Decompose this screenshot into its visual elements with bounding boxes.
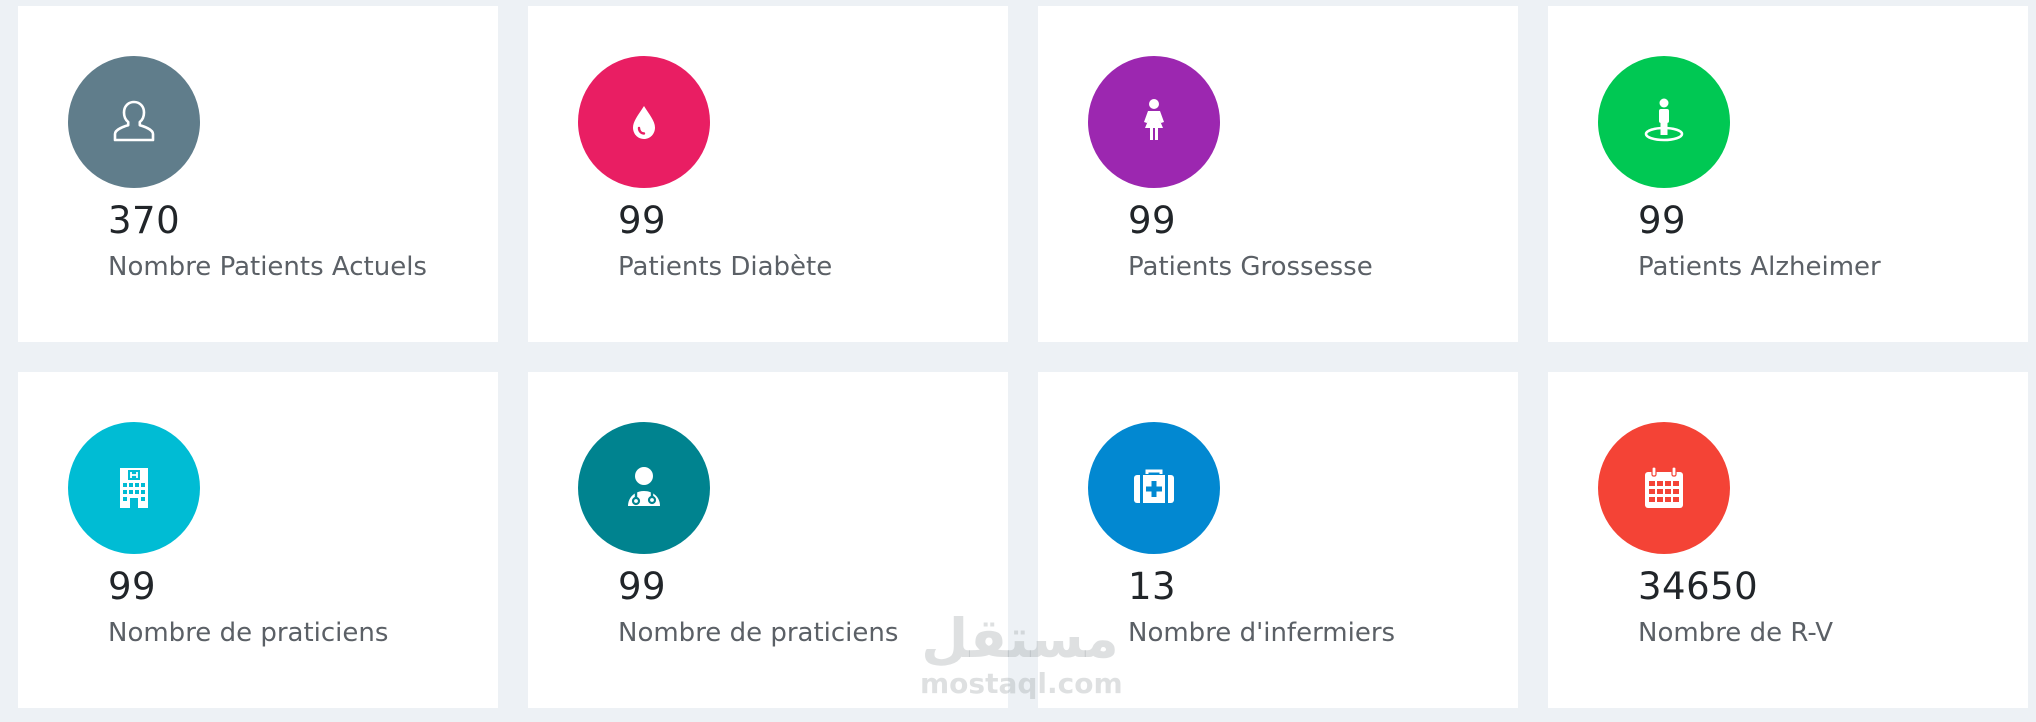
stat-icon-circle	[68, 56, 200, 188]
medical-kit-icon	[1134, 469, 1174, 503]
stat-card-infermiers[interactable]: 13 Nombre d'infermiers	[1038, 372, 1518, 708]
stat-card-praticiens-2[interactable]: 99 Nombre de praticiens	[528, 372, 1008, 708]
stat-card-patients-actuels[interactable]: 370 Nombre Patients Actuels	[18, 6, 498, 342]
stat-value: 99	[1638, 199, 1687, 242]
stat-label: Nombre de R-V	[1638, 618, 1833, 648]
stat-icon-circle	[1598, 422, 1730, 554]
stat-icon-circle	[578, 56, 710, 188]
stat-card-patients-grossesse[interactable]: 99 Patients Grossesse	[1038, 6, 1518, 342]
stat-value: 99	[618, 565, 667, 608]
stat-label: Patients Diabète	[618, 252, 833, 282]
stat-value: 370	[108, 199, 181, 242]
stat-icon-circle	[1088, 422, 1220, 554]
stat-icon-circle	[578, 422, 710, 554]
blood-drop-icon	[633, 106, 655, 139]
hospital-building-icon	[120, 468, 148, 508]
stat-card-praticiens-1[interactable]: 99 Nombre de praticiens	[18, 372, 498, 708]
stat-value: 13	[1128, 565, 1177, 608]
stat-icon-circle	[1598, 56, 1730, 188]
doctor-icon	[628, 467, 660, 506]
stat-value: 99	[1128, 199, 1177, 242]
stats-grid: 370 Nombre Patients Actuels 99 Patients …	[18, 6, 2028, 708]
stat-label: Nombre d'infermiers	[1128, 618, 1396, 648]
user-icon	[113, 100, 155, 142]
stat-label: Patients Grossesse	[1128, 252, 1373, 282]
stat-label: Nombre de praticiens	[108, 618, 389, 648]
stat-card-patients-alzheimer[interactable]: 99 Patients Alzheimer	[1548, 6, 2028, 342]
person-circle-icon	[1644, 98, 1684, 142]
stat-value: 99	[618, 199, 667, 242]
stat-card-patients-diabete[interactable]: 99 Patients Diabète	[528, 6, 1008, 342]
stat-icon-circle	[68, 422, 200, 554]
stat-card-rendez-vous[interactable]: 34650 Nombre de R-V	[1548, 372, 2028, 708]
stat-value: 34650	[1638, 565, 1759, 608]
calendar-icon	[1645, 466, 1683, 508]
stat-label: Nombre de praticiens	[618, 618, 899, 648]
stat-label: Patients Alzheimer	[1638, 252, 1881, 282]
stat-icon-circle	[1088, 56, 1220, 188]
stat-label: Nombre Patients Actuels	[108, 252, 427, 282]
stat-value: 99	[108, 565, 157, 608]
woman-icon	[1144, 99, 1164, 140]
